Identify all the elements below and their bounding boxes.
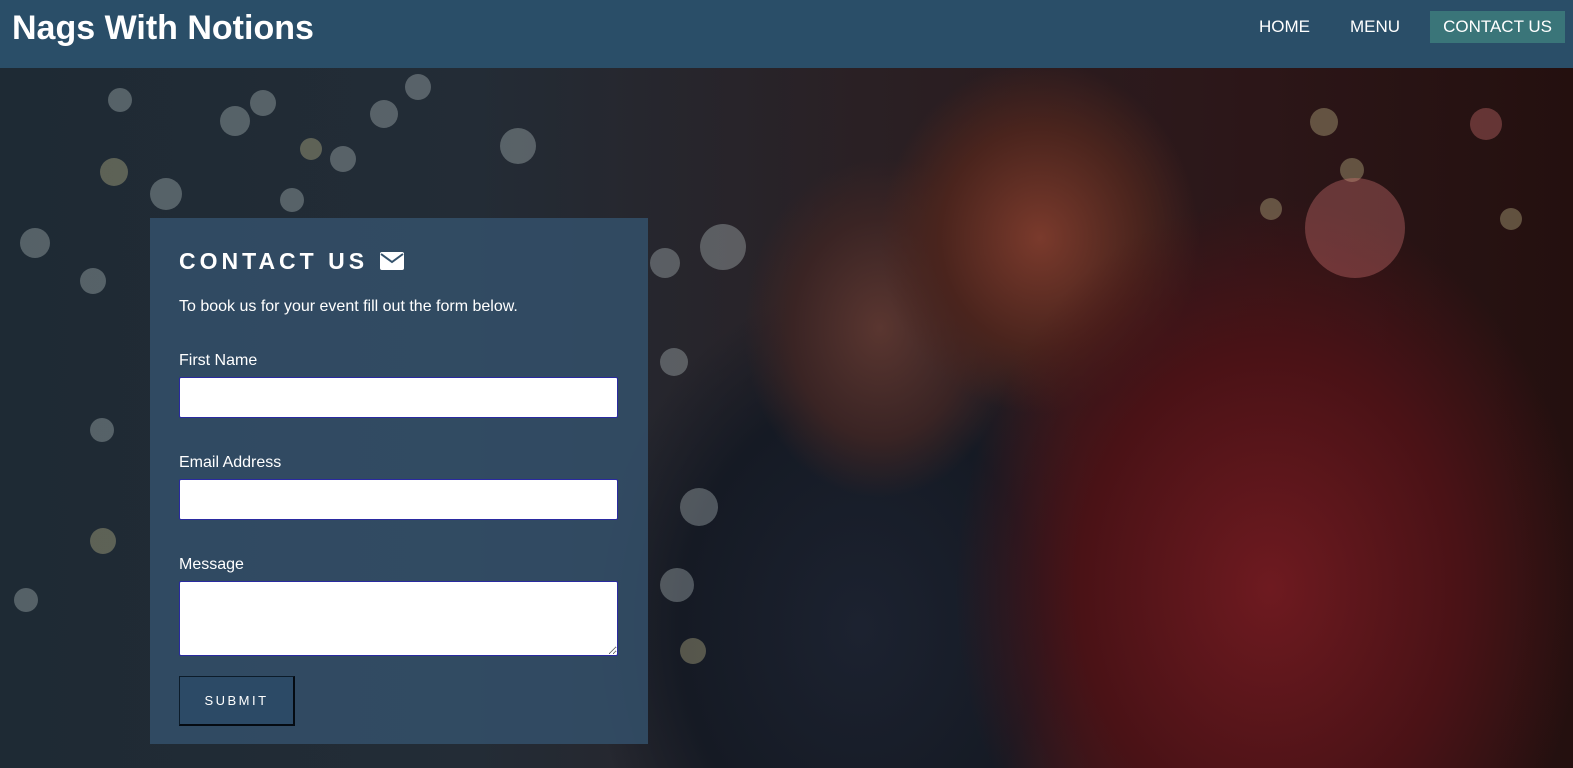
contact-intro-text: To book us for your event fill out the f… <box>179 298 518 315</box>
bokeh-light <box>700 224 746 270</box>
first-name-input[interactable] <box>179 377 618 418</box>
bokeh-light <box>500 128 536 164</box>
bokeh-light <box>14 588 38 612</box>
bokeh-light <box>1470 108 1502 140</box>
bokeh-light <box>220 106 250 136</box>
bokeh-light <box>1310 108 1338 136</box>
bokeh-light <box>20 228 50 258</box>
bokeh-light <box>1305 178 1405 278</box>
bokeh-light <box>108 88 132 112</box>
contact-panel: CONTACT US To book us for your event fil… <box>150 218 648 744</box>
bokeh-light <box>90 528 116 554</box>
contact-title: CONTACT US <box>179 248 369 274</box>
site-header: Nags With Notions HOME MENU CONTACT US <box>0 0 1573 68</box>
nav-home-link[interactable]: HOME <box>1239 11 1330 43</box>
site-brand[interactable]: Nags With Notions <box>12 9 314 47</box>
email-input[interactable] <box>179 479 618 520</box>
bokeh-light <box>660 348 688 376</box>
bokeh-light <box>90 418 114 442</box>
first-name-label: First Name <box>179 352 258 369</box>
main-nav: HOME MENU CONTACT US <box>1239 11 1573 43</box>
message-textarea[interactable] <box>179 581 618 656</box>
bokeh-light <box>370 100 398 128</box>
envelope-icon <box>380 252 405 270</box>
bokeh-light <box>150 178 182 210</box>
bokeh-light <box>680 638 706 664</box>
message-label: Message <box>179 556 244 573</box>
bokeh-light <box>650 248 680 278</box>
nav-contact-link[interactable]: CONTACT US <box>1430 11 1565 43</box>
submit-button[interactable]: SUBMIT <box>179 676 295 726</box>
nav-menu-link[interactable]: MENU <box>1330 11 1420 43</box>
email-label: Email Address <box>179 454 282 471</box>
bokeh-light <box>330 146 356 172</box>
bokeh-light <box>660 568 694 602</box>
bokeh-light <box>300 138 322 160</box>
bokeh-light <box>250 90 276 116</box>
contact-heading: CONTACT US <box>179 247 618 275</box>
bokeh-light <box>80 268 106 294</box>
bokeh-light <box>1500 208 1522 230</box>
bokeh-light <box>100 158 128 186</box>
bokeh-light <box>405 74 431 100</box>
bokeh-light <box>280 188 304 212</box>
bokeh-light <box>1260 198 1282 220</box>
bokeh-light <box>680 488 718 526</box>
